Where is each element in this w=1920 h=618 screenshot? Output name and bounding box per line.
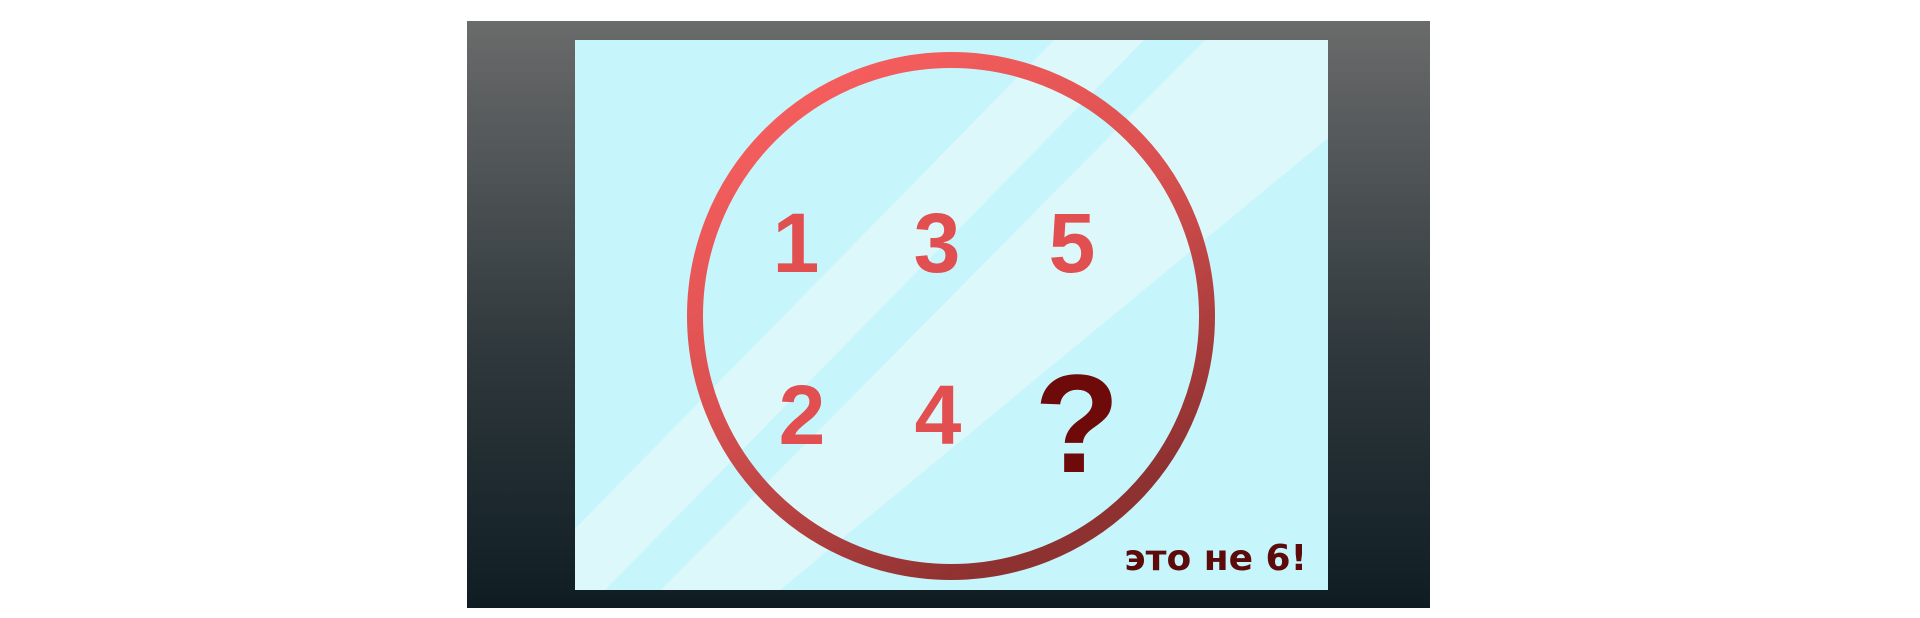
puzzle-artwork: 1 3 5 2 4 ? это не 6! bbox=[575, 40, 1328, 590]
caption-text: это не 6! bbox=[1124, 538, 1307, 579]
number-cell-3: 3 bbox=[914, 196, 961, 290]
question-mark: ? bbox=[1034, 345, 1120, 502]
number-cell-4: 4 bbox=[915, 368, 962, 462]
number-cell-5: 5 bbox=[1049, 196, 1096, 290]
number-cell-1: 1 bbox=[773, 196, 820, 290]
number-cell-2: 2 bbox=[779, 368, 826, 462]
